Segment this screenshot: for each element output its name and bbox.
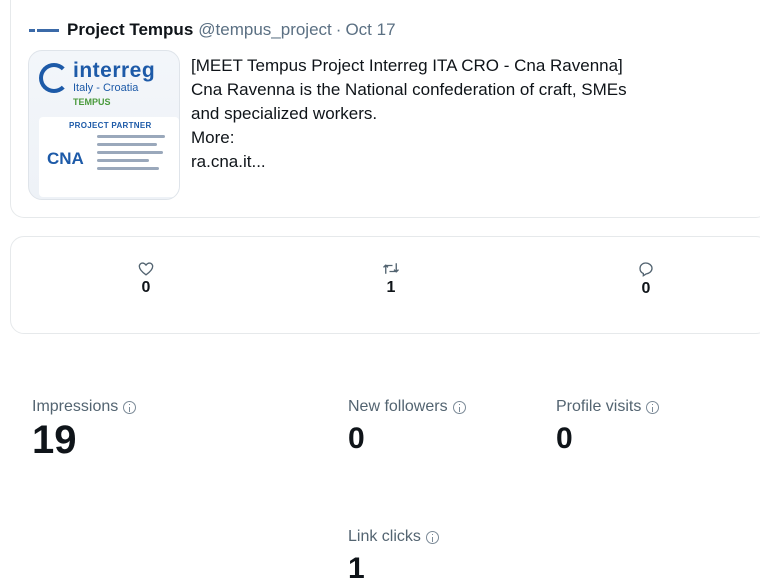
info-icon[interactable] bbox=[452, 400, 466, 414]
new-followers-value: 0 bbox=[348, 422, 365, 455]
media-text-lines bbox=[97, 135, 167, 175]
tweet-media-thumbnail[interactable]: interreg Italy - Croatia TEMPUS PROJECT … bbox=[28, 50, 180, 200]
likes-stat[interactable]: 0 bbox=[126, 261, 166, 297]
author-handle[interactable]: @tempus_project bbox=[198, 20, 332, 40]
tweet-text-line: and specialized workers. bbox=[191, 104, 378, 123]
separator-dot: · bbox=[335, 20, 342, 39]
media-logo-word: interreg bbox=[73, 59, 156, 82]
profile-visits-metric: Profile visits 0 bbox=[556, 398, 660, 456]
interreg-logo-icon bbox=[39, 63, 69, 93]
replies-count: 0 bbox=[641, 280, 651, 297]
tweet-text-line: [MEET Tempus Project Interreg ITA CRO - … bbox=[191, 56, 623, 75]
heart-icon bbox=[138, 262, 154, 276]
engagement-card: 0 1 0 bbox=[10, 236, 760, 334]
profile-visits-value: 0 bbox=[556, 422, 573, 455]
tweet-text-line: More: bbox=[191, 128, 235, 147]
info-icon[interactable] bbox=[425, 530, 439, 544]
replies-stat[interactable]: 0 bbox=[626, 261, 666, 298]
info-icon[interactable] bbox=[123, 400, 137, 414]
tweet-card[interactable]: Project Tempus @tempus_project · Oct 17 … bbox=[10, 0, 760, 218]
media-partner-label: PROJECT PARTNER bbox=[69, 121, 152, 130]
impressions-value: 19 bbox=[32, 418, 77, 462]
tweet-date[interactable]: Oct 17 bbox=[345, 20, 395, 40]
cna-logo: CNA bbox=[47, 149, 84, 168]
tweet-text-line: Cna Ravenna is the National confederatio… bbox=[191, 80, 627, 99]
link-clicks-label: Link clicks bbox=[348, 528, 421, 545]
impressions-metric: Impressions 19 bbox=[32, 398, 137, 463]
link-clicks-value: 1 bbox=[348, 552, 365, 585]
reply-icon bbox=[639, 262, 653, 277]
retweet-icon bbox=[383, 263, 399, 274]
impressions-label: Impressions bbox=[32, 398, 119, 415]
tweet-text: [MEET Tempus Project Interreg ITA CRO - … bbox=[191, 54, 751, 174]
new-followers-metric: New followers 0 bbox=[348, 398, 466, 456]
new-followers-label: New followers bbox=[348, 398, 448, 415]
author-name[interactable]: Project Tempus bbox=[67, 20, 193, 40]
link-clicks-metric: Link clicks 1 bbox=[348, 528, 439, 586]
media-logo-subtitle: Italy - Croatia bbox=[73, 82, 139, 94]
tweet-header: Project Tempus @tempus_project · Oct 17 bbox=[29, 20, 396, 40]
retweets-count: 1 bbox=[386, 279, 396, 296]
info-icon[interactable] bbox=[646, 400, 660, 414]
likes-count: 0 bbox=[141, 279, 151, 296]
profile-visits-label: Profile visits bbox=[556, 398, 642, 415]
retweets-stat[interactable]: 1 bbox=[371, 261, 411, 297]
tweet-link[interactable]: ra.cna.it... bbox=[191, 150, 751, 174]
media-band: TEMPUS bbox=[73, 97, 111, 107]
account-avatar-icon[interactable] bbox=[29, 24, 59, 36]
